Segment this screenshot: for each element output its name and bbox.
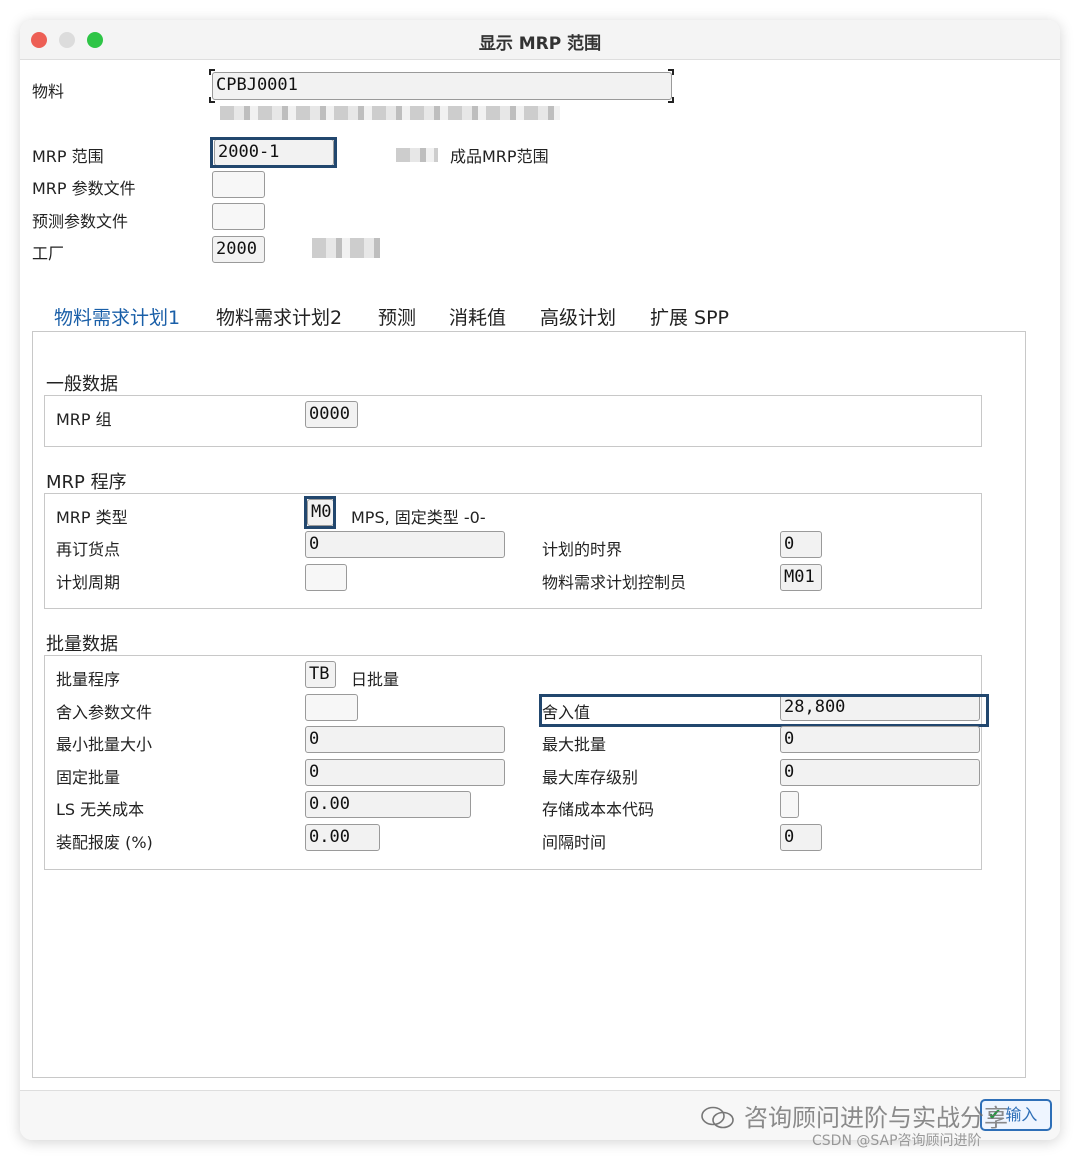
takt-time-label: 间隔时间 — [542, 833, 607, 852]
watermark-text: 咨询顾问进阶与实战分享 — [744, 1104, 1008, 1132]
mrp-profile-field[interactable] — [212, 171, 265, 198]
forecast-profile-field[interactable] — [212, 203, 265, 230]
takt-time-field[interactable]: 0 — [780, 824, 822, 851]
min-lot-size-field[interactable]: 0 — [305, 726, 505, 753]
max-stock-level-label: 最大库存级别 — [542, 768, 639, 787]
reorder-point-label: 再订货点 — [56, 540, 121, 559]
watermark: 咨询顾问进阶与实战分享 — [700, 1098, 1008, 1133]
mrp-area-window: 显示 MRP 范围 物料 CPBJ0001 MRP 范围 2000-1 成品MR… — [20, 20, 1060, 1140]
rounding-profile-field[interactable] — [305, 694, 358, 721]
mrp-area-label: MRP 范围 — [32, 147, 104, 166]
tab-mrp2[interactable]: 物料需求计划2 — [216, 303, 342, 330]
mrp-procedure-group — [44, 493, 982, 609]
blurred-material-description — [220, 106, 560, 120]
mrp-type-description: MPS, 固定类型 -0- — [351, 508, 486, 527]
material-field[interactable]: CPBJ0001 — [212, 72, 672, 100]
watermark-subtext: CSDN @SAP咨询顾问进阶 — [812, 1133, 982, 1149]
general-data-title: 一般数据 — [46, 374, 118, 395]
field-corner-mark — [668, 69, 674, 75]
title-bar: 显示 MRP 范围 — [20, 20, 1060, 60]
assembly-scrap-field[interactable]: 0.00 — [305, 824, 380, 851]
plant-label: 工厂 — [32, 244, 65, 263]
tab-extended-spp[interactable]: 扩展 SPP — [650, 303, 729, 330]
blurred-text — [396, 148, 438, 162]
rounding-value-highlight — [539, 694, 989, 727]
max-lot-size-label: 最大批量 — [542, 735, 607, 754]
min-lot-size-label: 最小批量大小 — [56, 735, 153, 754]
field-corner-mark — [209, 69, 215, 75]
mrp-type-highlight — [304, 496, 336, 529]
lot-procedure-description: 日批量 — [351, 670, 400, 689]
planning-fence-field[interactable]: 0 — [780, 531, 822, 558]
enter-button-label: 输入 — [1005, 1105, 1038, 1124]
field-corner-mark — [209, 97, 215, 103]
rounding-profile-label: 舍入参数文件 — [56, 703, 153, 722]
tab-forecast[interactable]: 预测 — [378, 303, 416, 330]
lot-procedure-label: 批量程序 — [56, 670, 121, 689]
max-stock-level-field[interactable]: 0 — [780, 759, 980, 786]
mrp-group-field[interactable]: 0000 — [305, 401, 358, 428]
mrp-area-description: 成品MRP范围 — [450, 147, 549, 166]
lot-procedure-field[interactable]: TB — [305, 661, 336, 688]
mrp-controller-label: 物料需求计划控制员 — [542, 573, 687, 592]
fixed-lot-size-field[interactable]: 0 — [305, 759, 505, 786]
mrp-type-label: MRP 类型 — [56, 508, 128, 527]
planning-fence-label: 计划的时界 — [542, 540, 623, 559]
mrp-profile-label: MRP 参数文件 — [32, 179, 136, 198]
mrp-controller-field[interactable]: M01 — [780, 564, 822, 591]
planning-cycle-field[interactable] — [305, 564, 347, 591]
fixed-lot-size-label: 固定批量 — [56, 768, 121, 787]
max-lot-size-field[interactable]: 0 — [780, 726, 980, 753]
field-corner-mark — [668, 97, 674, 103]
lot-size-title: 批量数据 — [46, 634, 118, 655]
forecast-profile-label: 预测参数文件 — [32, 212, 129, 231]
window-title: 显示 MRP 范围 — [478, 34, 602, 54]
storage-cost-label: 存储成本本代码 — [542, 800, 655, 819]
blurred-plant-description — [312, 238, 380, 258]
storage-cost-field[interactable] — [780, 791, 799, 818]
planning-cycle-label: 计划周期 — [56, 573, 121, 592]
reorder-point-field[interactable]: 0 — [305, 531, 505, 558]
assembly-scrap-label: 装配报废 (%) — [56, 833, 153, 852]
mrp-procedure-title: MRP 程序 — [46, 472, 127, 493]
mrp-group-label: MRP 组 — [56, 410, 112, 429]
tab-consumption[interactable]: 消耗值 — [449, 303, 506, 330]
material-label: 物料 — [32, 82, 65, 101]
tab-mrp1[interactable]: 物料需求计划1 — [54, 303, 181, 334]
ls-cost-field[interactable]: 0.00 — [305, 791, 471, 818]
wechat-icon — [701, 1106, 734, 1129]
tab-advanced-planning[interactable]: 高级计划 — [540, 303, 616, 330]
plant-field[interactable]: 2000 — [212, 236, 265, 263]
general-data-group — [44, 395, 982, 447]
ls-cost-label: LS 无关成本 — [56, 800, 145, 819]
mrp-area-highlight — [210, 137, 337, 168]
